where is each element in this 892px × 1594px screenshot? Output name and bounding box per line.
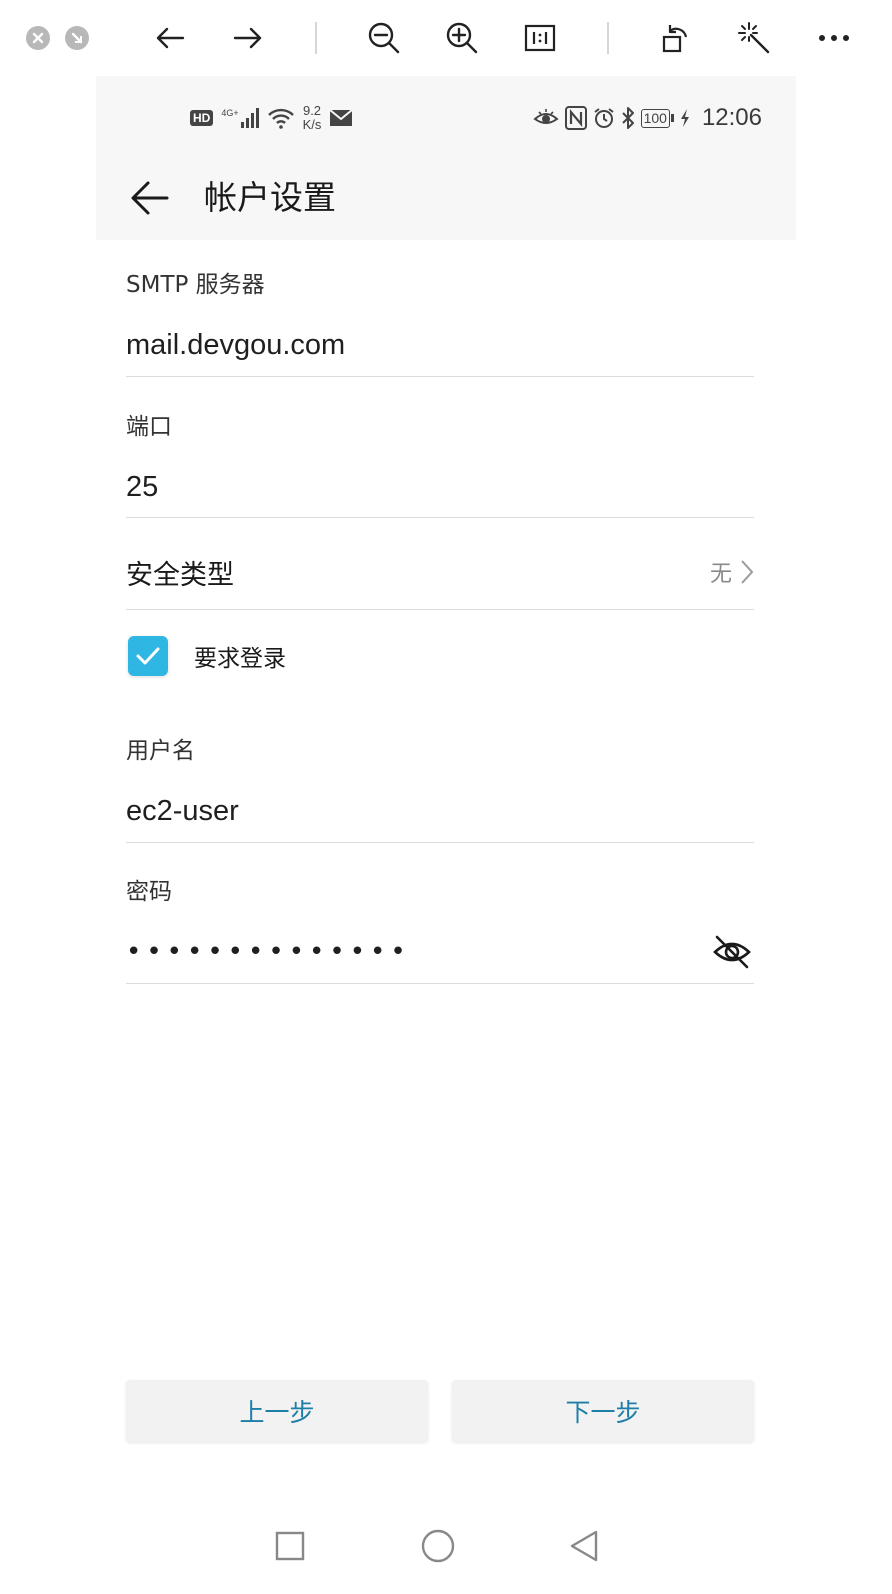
mail-icon [329, 109, 354, 126]
more-icon [819, 35, 849, 41]
magic-wand-icon [738, 22, 770, 54]
arrow-right-icon [233, 27, 262, 49]
toolbar-divider [315, 22, 317, 54]
arrow-left-icon [156, 27, 185, 49]
battery-level: 100 [640, 108, 670, 128]
network-speed-unit: K/s [302, 117, 322, 132]
navigate-back-button[interactable] [124, 172, 176, 224]
magic-wand-button[interactable] [734, 18, 774, 58]
bluetooth-icon [621, 107, 634, 129]
smtp-server-label: SMTP 服务器 [126, 272, 265, 298]
previous-step-button[interactable]: 上一步 [126, 1380, 428, 1442]
viewer-toolbar [0, 0, 892, 76]
password-input[interactable]: •••••••••••••• [126, 937, 411, 967]
port-label: 端口 [126, 414, 172, 440]
minimize-window-button[interactable] [65, 26, 89, 50]
status-bar: HD 4G+ 9.2 K/s 100 12:06 [96, 76, 796, 158]
clock: 12:06 [701, 104, 762, 131]
minimize-icon [71, 32, 83, 44]
system-back-button[interactable] [562, 1524, 606, 1568]
divider [126, 983, 754, 984]
recent-apps-button[interactable] [268, 1524, 312, 1568]
security-type-value: 无 [709, 562, 732, 587]
password-label: 密码 [126, 879, 172, 905]
toolbar-divider [607, 22, 609, 54]
zoom-out-icon [368, 22, 400, 54]
hd-badge: HD [190, 110, 214, 126]
eye-off-icon [713, 935, 751, 969]
status-left: HD 4G+ 9.2 K/s [190, 104, 354, 132]
toggle-password-visibility-button[interactable] [710, 930, 754, 974]
smtp-server-field: SMTP 服务器 mail.devgou.com [126, 270, 754, 364]
require-login-checkbox-row[interactable]: 要求登录 [128, 634, 286, 678]
cellular-signal-icon: 4G+ [221, 108, 259, 128]
forward-button[interactable] [228, 18, 268, 58]
port-input[interactable]: 25 [126, 468, 754, 506]
alarm-icon [593, 108, 614, 128]
chevron-right-icon [741, 560, 754, 584]
square-icon [275, 1531, 305, 1561]
more-button[interactable] [814, 18, 854, 58]
signal-bars-icon [240, 108, 259, 128]
security-type-row[interactable]: 安全类型 无 [126, 536, 754, 608]
home-button[interactable] [416, 1524, 460, 1568]
username-input[interactable]: ec2-user [126, 792, 754, 830]
password-field: 密码 [126, 877, 754, 907]
system-nav-bar [96, 1496, 796, 1594]
zoom-in-button[interactable] [442, 18, 482, 58]
network-speed-value: 9.2 [302, 103, 322, 118]
divider [126, 376, 754, 377]
actual-size-icon [524, 24, 556, 52]
close-window-button[interactable] [26, 26, 50, 50]
actual-size-button[interactable] [520, 18, 560, 58]
triangle-back-icon [570, 1530, 598, 1562]
divider [126, 842, 754, 843]
charging-icon [680, 109, 689, 127]
network-speed: 9.2 K/s [303, 104, 322, 132]
close-icon [32, 32, 44, 44]
security-type-label: 安全类型 [126, 559, 234, 591]
divider [126, 609, 754, 610]
zoom-out-button[interactable] [364, 18, 404, 58]
wifi-icon [267, 108, 294, 129]
arrow-left-icon [131, 181, 169, 215]
require-login-label: 要求登录 [194, 646, 286, 672]
nfc-icon [564, 106, 587, 130]
security-type-value-group: 无 [710, 556, 754, 588]
network-type: 4G+ [221, 108, 239, 118]
page-title: 帐户设置 [204, 178, 336, 217]
phone-screen: HD 4G+ 9.2 K/s 100 12:06 帐户设置 SMTP 服务器 m… [96, 76, 796, 1594]
rotate-button[interactable] [656, 18, 696, 58]
eye-comfort-icon [532, 109, 559, 124]
battery-tip [670, 114, 674, 122]
back-button[interactable] [150, 18, 190, 58]
username-label: 用户名 [126, 738, 195, 764]
require-login-checkbox[interactable] [128, 636, 168, 676]
divider [126, 517, 754, 518]
zoom-in-icon [446, 22, 478, 54]
rotate-icon [662, 25, 688, 53]
smtp-server-input[interactable]: mail.devgou.com [126, 326, 754, 364]
app-bar: 帐户设置 [96, 158, 796, 240]
circle-icon [421, 1529, 455, 1563]
password-input-row: •••••••••••••• [126, 924, 754, 980]
checkmark-icon [136, 647, 160, 665]
battery-icon: 100 [640, 108, 674, 128]
status-right: 100 12:06 [532, 104, 762, 132]
port-field: 端口 25 [126, 412, 754, 506]
username-field: 用户名 ec2-user [126, 736, 754, 830]
next-step-button[interactable]: 下一步 [452, 1380, 754, 1442]
